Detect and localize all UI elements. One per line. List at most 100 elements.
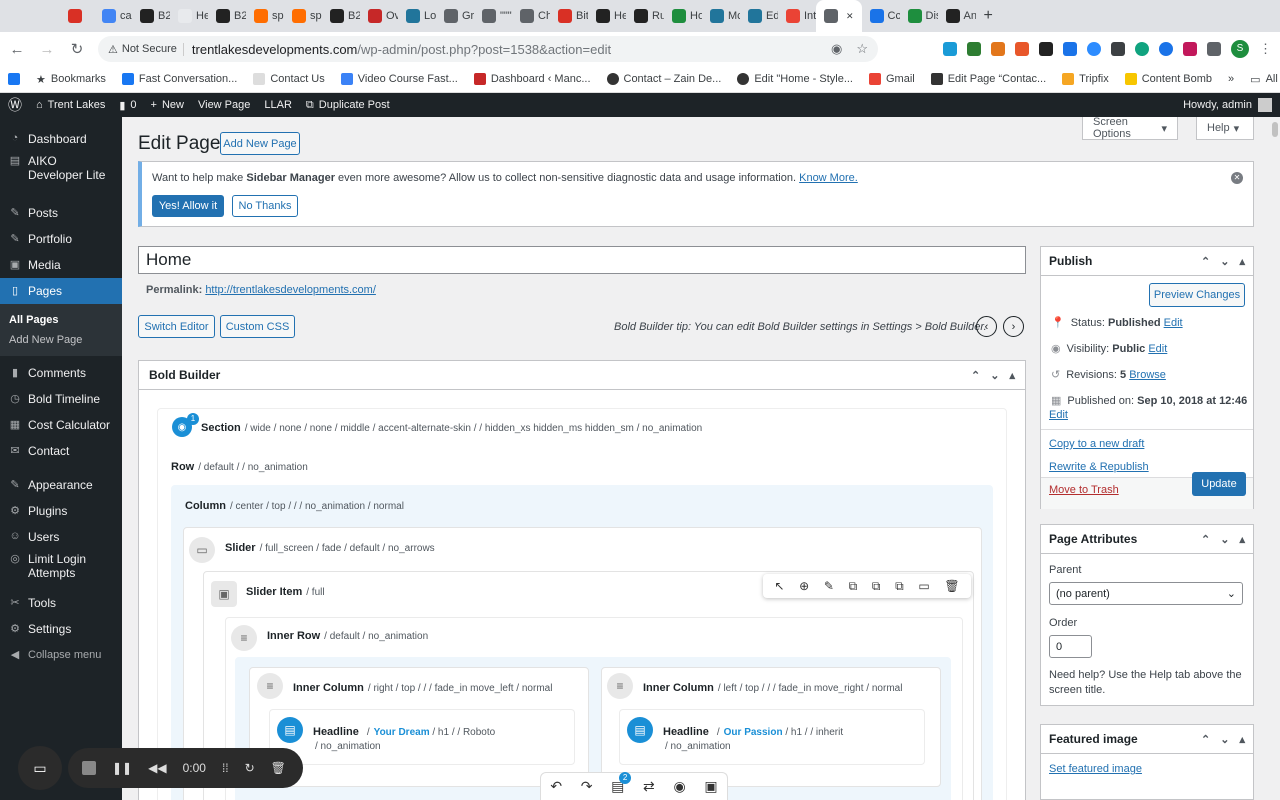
move-up-icon[interactable]: ⌃ xyxy=(1201,255,1210,268)
comments-link[interactable]: ▮ 0 xyxy=(119,99,136,112)
headline-right-element[interactable]: Headline / Our Passion / h1 / / inherit xyxy=(663,726,843,738)
clone-element-icon[interactable]: ⧉ xyxy=(849,579,858,594)
preview-changes-button[interactable]: Preview Changes xyxy=(1149,283,1245,307)
parent-select[interactable]: (no parent) ⌄ xyxy=(1049,582,1243,605)
chatgpt-icon[interactable] xyxy=(1135,42,1149,56)
slider-element[interactable]: Slider / full_screen / fade / default / n… xyxy=(225,542,435,554)
inner-column-left-element[interactable]: Inner Column / right / top / / / fade_in … xyxy=(293,682,552,694)
sidebar-item-limit-login[interactable]: ◎ Limit Login Attempts xyxy=(0,550,122,590)
permalink-url[interactable]: http://trentlakesdevelopments.com/ xyxy=(205,284,376,296)
sidebar-item-settings[interactable]: ⚙ Settings xyxy=(0,616,122,642)
browser-tab[interactable]: An xyxy=(938,0,976,32)
delete-element-icon[interactable]: 🗑 xyxy=(944,579,959,593)
not-secure-indicator[interactable]: ⚠ Not Secure xyxy=(108,42,184,56)
sidebar-item-dashboard[interactable]: ◔ Dashboard xyxy=(0,126,122,152)
custom-css-button[interactable]: Custom CSS xyxy=(220,315,295,338)
copy-element-icon[interactable]: ⧉ xyxy=(872,579,881,594)
no-thanks-button[interactable]: No Thanks xyxy=(232,195,298,217)
toggle-panel-icon[interactable]: ▴ xyxy=(1239,533,1245,546)
bookmark-star-icon[interactable]: ☆ xyxy=(856,41,868,57)
browser-tab[interactable]: Int xyxy=(778,0,816,32)
screen-options-button[interactable]: Screen Options ▾ xyxy=(1082,116,1178,140)
reload-icon[interactable]: ↻ xyxy=(68,40,86,58)
submenu-add-new-page[interactable]: Add New Page xyxy=(0,330,122,350)
browser-tab[interactable]: sp xyxy=(246,0,284,32)
browser-tab[interactable]: Lo xyxy=(398,0,436,32)
llar-link[interactable]: LLAR xyxy=(264,99,292,111)
view-page-link[interactable]: View Page xyxy=(198,99,250,111)
move-down-icon[interactable]: ⌄ xyxy=(990,369,999,382)
sidebar-item-aiko[interactable]: ▤ AIKO Developer Lite xyxy=(0,152,122,192)
toggle-panel-icon[interactable]: ▴ xyxy=(1239,733,1245,746)
browser-tab[interactable]: Ru xyxy=(626,0,664,32)
tip-next-icon[interactable]: › xyxy=(1003,316,1024,337)
browser-tab[interactable]: sp xyxy=(284,0,322,32)
move-down-icon[interactable]: ⌄ xyxy=(1220,733,1229,746)
zoom-icon[interactable] xyxy=(1087,42,1101,56)
extension-grid-icon[interactable] xyxy=(967,42,981,56)
browser-tab[interactable] xyxy=(60,0,94,32)
sidebar-item-appearance[interactable]: ✎ Appearance xyxy=(0,472,122,498)
inner-row-element[interactable]: Inner Row / default / no_animation xyxy=(267,630,428,642)
browse-revisions-link[interactable]: Browse xyxy=(1129,369,1166,381)
kebab-menu-icon[interactable]: ⋮ xyxy=(1259,41,1272,57)
dismiss-icon[interactable]: ✕ xyxy=(1231,172,1243,184)
sidebar-item-contact[interactable]: ✉ Contact xyxy=(0,438,122,464)
site-name-link[interactable]: ⌂ Trent Lakes xyxy=(36,99,105,111)
facebook-icon[interactable] xyxy=(8,73,20,85)
extension-dark-icon[interactable] xyxy=(1039,42,1053,56)
back-icon[interactable]: ← xyxy=(8,41,26,58)
copy-plus-icon[interactable]: ⧉ xyxy=(895,579,904,594)
move-to-trash-link[interactable]: Move to Trash xyxy=(1049,484,1119,496)
browser-tab[interactable]: Ov xyxy=(360,0,398,32)
allow-button[interactable]: Yes! Allow it xyxy=(152,195,224,217)
edit-status-link[interactable]: Edit xyxy=(1164,317,1183,329)
bookmark-item[interactable]: Edit Page “Contac... xyxy=(930,73,1046,85)
link-icon[interactable] xyxy=(1063,42,1077,56)
row-element[interactable]: Row / default / / no_animation xyxy=(171,461,308,473)
redo-icon[interactable]: ↷ xyxy=(581,778,593,795)
scrollbar-thumb[interactable] xyxy=(1272,122,1278,137)
browser-tab[interactable]: Gr xyxy=(436,0,474,32)
bookmark-item[interactable]: Video Course Fast... xyxy=(340,73,458,85)
inner-column-right-element[interactable]: Inner Column / left / top / / / fade_in m… xyxy=(643,682,902,694)
all-bookmarks[interactable]: ▭All Bookmarks xyxy=(1250,73,1280,86)
move-up-icon[interactable]: ⌃ xyxy=(1201,733,1210,746)
move-up-icon[interactable]: ⌃ xyxy=(971,369,980,382)
browser-tab[interactable]: He xyxy=(170,0,208,32)
more-bookmarks-icon[interactable]: » xyxy=(1228,73,1234,85)
sidebar-item-cost-calculator[interactable]: ▦ Cost Calculator xyxy=(0,412,122,438)
collapse-menu-button[interactable]: ◀ Collapse menu xyxy=(0,642,122,668)
browser-tab[interactable]: Mc xyxy=(702,0,740,32)
sidebar-item-pages[interactable]: ▯ Pages xyxy=(0,278,122,304)
trash-icon[interactable]: 🗑 xyxy=(271,761,286,775)
extension-badge-icon[interactable] xyxy=(1183,42,1197,56)
know-more-link[interactable]: Know More. xyxy=(799,172,858,184)
browser-tab[interactable]: """ xyxy=(474,0,512,32)
browser-tab[interactable]: Ch xyxy=(512,0,550,32)
column-element[interactable]: Column / center / top / / / no_animation … xyxy=(185,500,404,512)
clipboard-icon[interactable]: ▤ 2 xyxy=(611,772,632,795)
browser-tab[interactable]: B2 xyxy=(322,0,360,32)
puzzle-icon[interactable] xyxy=(1207,42,1221,56)
stop-icon[interactable] xyxy=(82,761,96,775)
new-tab-icon[interactable]: + xyxy=(976,7,1001,25)
bookmark-item[interactable]: Content Bomb xyxy=(1124,73,1212,85)
browser-tab[interactable]: Cc xyxy=(862,0,900,32)
sidebar-item-plugins[interactable]: ⚙ Plugins xyxy=(0,498,122,524)
tip-prev-icon[interactable]: ‹ xyxy=(976,316,997,337)
extension-m-icon[interactable] xyxy=(943,42,957,56)
move-down-icon[interactable]: ⌄ xyxy=(1220,255,1229,268)
restart-icon[interactable]: ↻ xyxy=(245,761,255,775)
pause-icon[interactable]: ❚❚ xyxy=(112,761,132,775)
metamask-icon[interactable] xyxy=(991,42,1005,56)
bookmark-item[interactable]: ★ Bookmarks xyxy=(36,73,106,86)
bookmark-item[interactable]: Gmail xyxy=(868,73,915,85)
undo-icon[interactable]: ↶ xyxy=(550,778,562,795)
browser-tab[interactable]: Dis xyxy=(900,0,938,32)
set-featured-image-link[interactable]: Set featured image xyxy=(1049,763,1142,775)
switch-editor-button[interactable]: Switch Editor xyxy=(138,315,215,338)
wordpress-logo-icon[interactable]: Ⓦ xyxy=(8,95,22,115)
move-up-icon[interactable]: ⌃ xyxy=(1201,533,1210,546)
browser-tab[interactable]: Ed xyxy=(740,0,778,32)
